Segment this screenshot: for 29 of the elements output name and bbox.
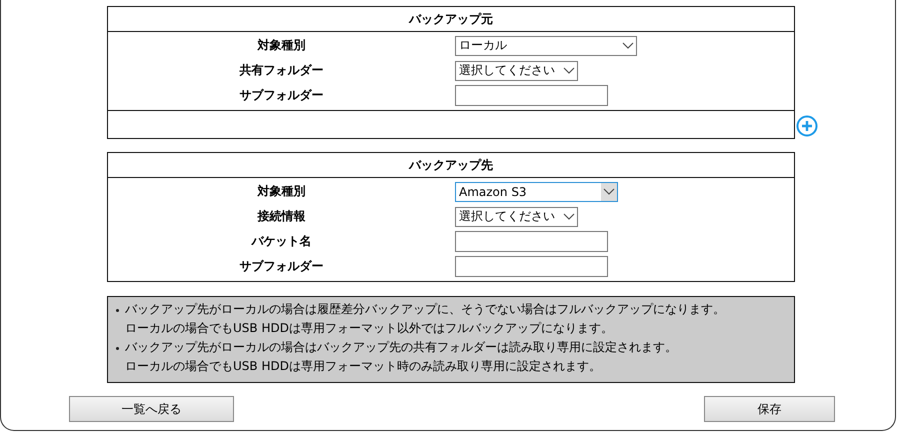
dropdown[interactable]: Amazon S3 xyxy=(455,182,618,202)
input-field[interactable] xyxy=(455,85,608,106)
save-button[interactable]: 保存 xyxy=(704,396,835,422)
field-label: 対象種別 xyxy=(256,183,306,200)
section-title: バックアップ元 xyxy=(108,7,794,32)
dropdown[interactable]: ローカル xyxy=(455,36,637,56)
dropdown[interactable]: 選択してください xyxy=(455,60,578,80)
dropdown[interactable]: 選択してください xyxy=(455,206,578,226)
field-label: バケット名 xyxy=(250,233,312,250)
back-button[interactable]: 一覧へ戻る xyxy=(69,396,234,422)
field-label: 対象種別 xyxy=(256,37,306,54)
input-field[interactable] xyxy=(455,231,608,252)
section-title: バックアップ先 xyxy=(108,153,794,178)
field-label: サブフォルダー xyxy=(238,87,324,104)
bullet-icon xyxy=(116,347,119,350)
field-label: 共有フォルダー xyxy=(238,62,324,79)
chevron-down-icon xyxy=(563,213,575,220)
note-text: バックアップ先がローカルの場合はバックアップ先の共有フォルダーは読み取り専用に設定されます。 xyxy=(125,339,677,356)
chevron-down-icon xyxy=(603,188,615,195)
field-label: 接続情報 xyxy=(256,208,306,225)
note-text: ローカルの場合でもUSB HDDは専用フォーマット以外ではフルバックアップになります。 xyxy=(125,320,613,337)
add-icon[interactable] xyxy=(796,115,818,137)
chevron-down-icon xyxy=(622,42,634,49)
chevron-down-icon xyxy=(563,67,575,74)
input-field[interactable] xyxy=(455,256,608,278)
bullet-icon xyxy=(116,309,119,312)
field-label: サブフォルダー xyxy=(238,258,324,275)
note-text: バックアップ先がローカルの場合は履歴差分バックアップに、そうでない場合はフルバックアップになります。 xyxy=(125,301,725,318)
note-text: ローカルの場合でもUSB HDDは専用フォーマット時のみ読み取り専用に設定されます。 xyxy=(125,358,601,375)
